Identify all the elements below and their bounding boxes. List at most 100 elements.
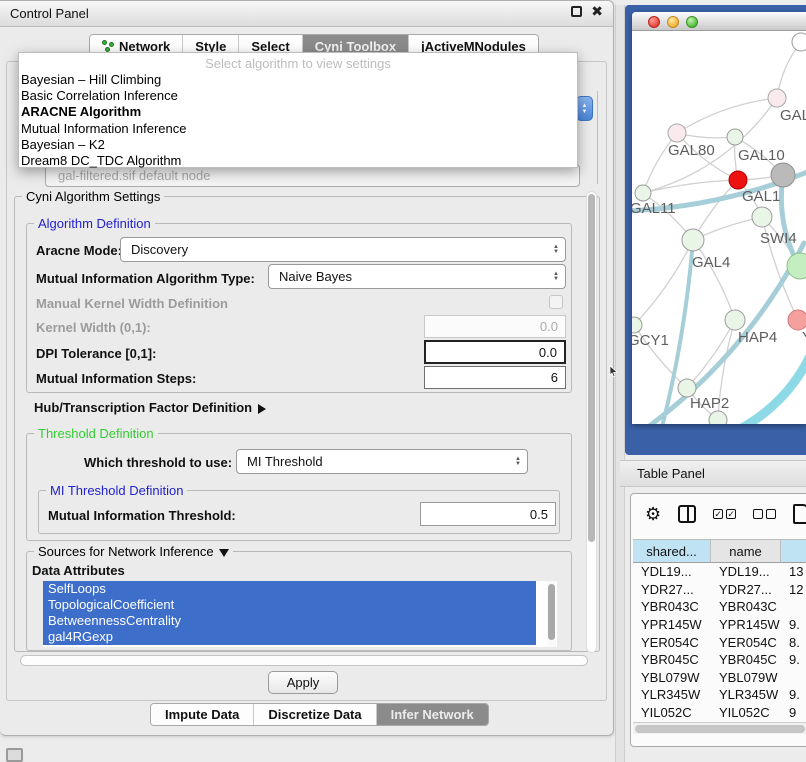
network-view-window: GALGAL80GAL10GAL1GAL11SWI4GAL4GCY1HAP4YH… [632, 12, 806, 424]
table-cell [781, 669, 806, 687]
network-node[interactable] [682, 229, 704, 251]
algorithm-option[interactable]: Basic Correlation Inference [19, 88, 577, 104]
table-row[interactable]: YLR345WYLR345W9. [633, 686, 806, 704]
algorithm-option[interactable]: Dream8 DC_TDC Algorithm [19, 153, 577, 169]
network-node[interactable] [792, 33, 806, 51]
sources-group-title[interactable]: Sources for Network Inference [34, 544, 233, 559]
expander-arrow-icon [258, 404, 266, 414]
data-attributes-list: SelfLoopsTopologicalCoefficientBetweenne… [43, 581, 557, 647]
combobox-spinner-fragment[interactable]: ▲▼ [576, 96, 593, 121]
table-cell: YER054C [711, 633, 781, 651]
float-panel-icon[interactable] [571, 6, 582, 17]
mi-algorithm-type-combobox[interactable]: Naive Bayes ▲▼ [268, 264, 566, 289]
network-node-label: HAP2 [690, 395, 729, 412]
network-node[interactable] [787, 253, 806, 279]
attributes-scrollbar[interactable] [547, 581, 556, 647]
network-node-label: SWI4 [760, 230, 797, 247]
table-panel-titlebar: Table Panel [620, 460, 806, 487]
network-node[interactable] [668, 124, 686, 142]
mi-algorithm-type-label: Mutual Information Algorithm Type: [36, 271, 255, 286]
table-grid: shared...nameAYDL19...YDL19...13YDR27...… [633, 539, 806, 721]
algorithm-option[interactable]: ARACNE Algorithm [19, 104, 577, 120]
table-cell: YIL052C [633, 704, 711, 722]
table-row[interactable]: YBR045CYBR045C9. [633, 651, 806, 669]
network-node-label: GAL [780, 107, 806, 124]
column-header[interactable]: name [711, 539, 781, 563]
screen: Control Panel ✖ Network Style Select Cyn… [0, 0, 806, 762]
columns-icon[interactable] [678, 505, 696, 523]
algorithm-option[interactable]: Bayesian – Hill Climbing [19, 72, 577, 88]
network-node[interactable] [635, 185, 651, 201]
which-threshold-combobox[interactable]: MI Threshold ▲▼ [236, 449, 528, 474]
minimized-panel-icon[interactable] [6, 748, 23, 762]
attribute-item[interactable]: SelfLoops [43, 581, 536, 597]
table-row[interactable]: YIL052CYIL052C9 [633, 704, 806, 722]
tab-infer-network[interactable]: Infer Network [377, 704, 488, 725]
table-row[interactable]: YDL19...YDL19...13 [633, 563, 806, 581]
zoom-window-icon[interactable] [686, 16, 698, 28]
settings-horizontal-scrollbar[interactable] [20, 655, 588, 666]
table-panel-title: Table Panel [620, 466, 705, 481]
groupbox-border-fragment [597, 91, 598, 184]
network-edge [693, 240, 735, 320]
close-window-icon[interactable] [648, 16, 660, 28]
network-node[interactable] [752, 207, 772, 227]
aracne-mode-combobox[interactable]: Discovery ▲▼ [120, 237, 566, 262]
network-edge [643, 180, 738, 193]
manual-kernel-width-checkbox[interactable] [549, 295, 563, 309]
network-canvas[interactable]: GALGAL80GAL10GAL1GAL11SWI4GAL4GCY1HAP4YH… [632, 31, 806, 424]
tab-impute-data[interactable]: Impute Data [151, 704, 254, 725]
network-node-label: GAL1 [742, 188, 780, 205]
settings-scrollbar[interactable] [586, 191, 597, 653]
aracne-mode-label: Aracne Mode: [36, 243, 122, 258]
network-node[interactable] [727, 129, 743, 145]
minimize-window-icon[interactable] [667, 16, 679, 28]
deselect-all-checks-icon[interactable] [753, 509, 776, 519]
tab-discretize-data[interactable]: Discretize Data [254, 704, 376, 725]
table-cell: YIL052C [711, 704, 781, 722]
select-all-checks-icon[interactable]: ✓✓ [713, 509, 736, 519]
close-panel-icon[interactable]: ✖ [591, 6, 603, 17]
network-window-titlebar[interactable] [632, 12, 806, 31]
network-node[interactable] [729, 171, 747, 189]
threshold-definition-title: Threshold Definition [34, 426, 158, 441]
mi-steps-field[interactable]: 6 [424, 366, 566, 389]
table-row[interactable]: YPR145WYPR145W9. [633, 616, 806, 634]
network-node-label: GAL10 [738, 147, 785, 164]
mi-threshold-field[interactable]: 0.5 [420, 502, 556, 526]
data-attributes-label: Data Attributes [32, 563, 125, 578]
table-cell: YLR345W [633, 686, 711, 704]
algorithm-option[interactable]: Mutual Information Inference [19, 121, 577, 137]
network-node[interactable] [768, 89, 786, 107]
column-header[interactable]: A [781, 539, 806, 563]
network-node[interactable] [709, 411, 727, 424]
hub-factor-expander[interactable]: Hub/Transcription Factor Definition [34, 400, 266, 415]
page-icon[interactable] [793, 504, 806, 524]
attribute-item[interactable]: TopologicalCoefficient [43, 597, 536, 613]
column-header[interactable]: shared... [633, 539, 711, 563]
table-row[interactable]: YBL079WYBL079W [633, 669, 806, 687]
table-row[interactable]: YBR043CYBR043C [633, 598, 806, 616]
settings-scrollbar-thumb[interactable] [588, 194, 595, 542]
gear-icon[interactable]: ⚙ [645, 505, 661, 523]
attribute-item[interactable]: gal4RGexp [43, 629, 536, 645]
network-node-label: GAL11 [632, 200, 676, 217]
table-row[interactable]: YDR27...YDR27...12 [633, 581, 806, 599]
attributes-scrollbar-thumb[interactable] [548, 584, 555, 640]
attribute-item[interactable]: BetweennessCentrality [43, 613, 536, 629]
network-node[interactable] [632, 317, 642, 333]
network-node[interactable] [771, 163, 795, 187]
table-horizontal-scrollbar[interactable] [633, 722, 806, 734]
apply-button[interactable]: Apply [268, 671, 338, 694]
table-cell: YBL079W [633, 669, 711, 687]
table-cell: YBR043C [633, 598, 711, 616]
dpi-tolerance-field[interactable]: 0.0 [424, 340, 566, 364]
kernel-width-field[interactable]: 0.0 [424, 315, 566, 338]
table-toolbar: ⚙ ✓✓ [631, 494, 806, 534]
network-node[interactable] [725, 310, 745, 330]
table-hscroll-thumb[interactable] [635, 725, 805, 733]
algorithm-option[interactable]: Bayesian – K2 [19, 137, 577, 153]
network-node[interactable] [788, 310, 806, 330]
split-pane-divider[interactable] [615, 5, 625, 762]
table-row[interactable]: YER054CYER054C8. [633, 633, 806, 651]
